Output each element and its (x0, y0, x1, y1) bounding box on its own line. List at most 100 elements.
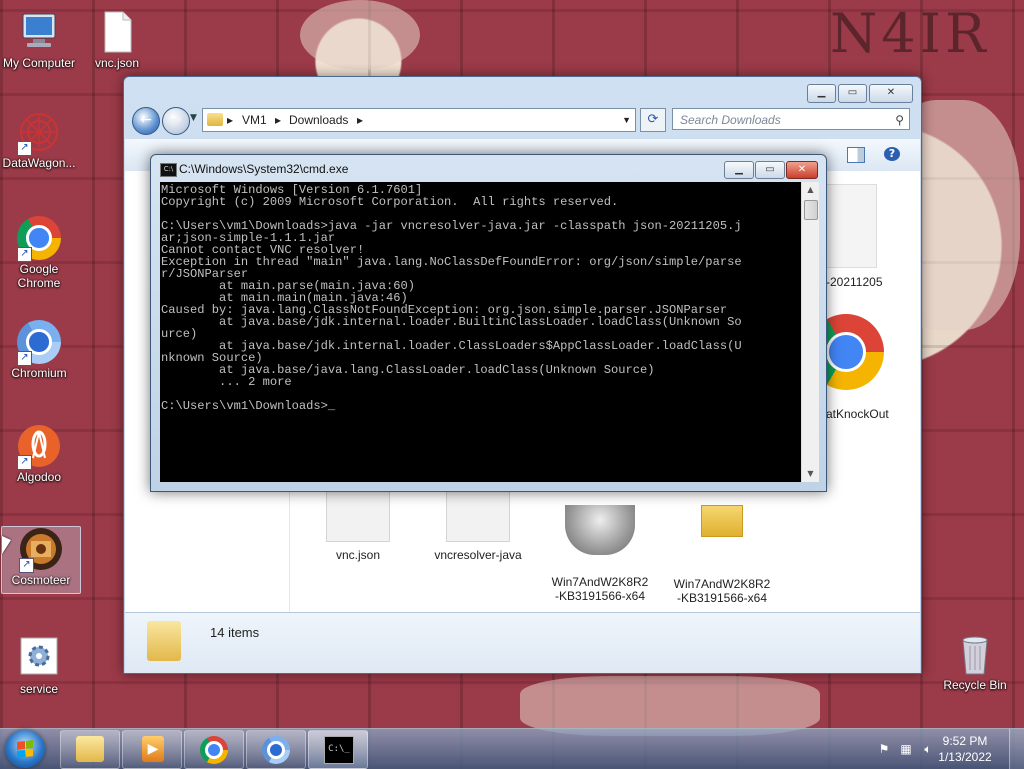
desktop-icon-cosmoteer[interactable]: ↗ Cosmoteer (1, 526, 81, 594)
console-text: Microsoft Windows [Version 6.1.7601] Cop… (161, 183, 742, 413)
breadcrumb-separator-icon: ▸ (275, 113, 282, 127)
system-tray: ⚑ ▦ 🔈︎ 9:52 PM 1/13/2022 (854, 729, 1024, 769)
desktop-icon-datawagon[interactable]: ↗ DataWagon... (0, 110, 78, 170)
file-label: Win7AndW2K8R2 -KB3191566-x64 (673, 577, 771, 605)
scroll-up-icon[interactable]: ▲ (802, 182, 819, 198)
desktop-icon-label: Algodoo (16, 470, 62, 484)
desktop-icon-label: Chromium (11, 366, 67, 380)
refresh-button[interactable]: ⟳ (640, 108, 666, 132)
desktop-icon-algodoo[interactable]: ↗ Algodoo (0, 424, 78, 484)
maximize-button[interactable]: ▭ (838, 84, 867, 103)
desktop-icon-label: Cosmoteer (11, 573, 71, 587)
wallpaper-text: N4IR (830, 2, 990, 65)
shortcut-arrow-icon: ↗ (17, 141, 32, 156)
desktop-icon-label: vnc.json (94, 56, 140, 70)
desktop-icon-google-chrome[interactable]: ↗ Google Chrome (0, 216, 78, 290)
computer-icon (17, 10, 61, 54)
spiderweb-icon: ↗ (17, 110, 61, 156)
close-button[interactable]: ✕ (869, 84, 913, 103)
address-dropdown-icon[interactable]: ▼ (622, 109, 631, 131)
console-icon: C:\ (160, 163, 177, 177)
maximize-button[interactable]: ▭ (755, 161, 785, 179)
chromium-icon: ↗ (17, 320, 61, 366)
media-player-icon: ▶ (142, 736, 164, 762)
details-pane: 14 items (125, 612, 920, 673)
file-label: vnc.json (335, 548, 381, 562)
search-placeholder: Search Downloads (680, 113, 781, 127)
scroll-down-icon[interactable]: ▼ (802, 466, 819, 482)
window-controls: ▁ ▭ ✕ (807, 84, 913, 103)
scroll-thumb[interactable] (804, 200, 818, 220)
breadcrumb-downloads[interactable]: Downloads (289, 109, 348, 131)
file-item-vncresolver-java[interactable]: vncresolver-java (423, 491, 533, 562)
desktop-icon-label: DataWagon... (2, 156, 76, 170)
file-label-shortcut[interactable]: atKnockOut (826, 407, 889, 421)
minimize-button[interactable]: ▁ (724, 161, 754, 179)
console-output[interactable]: Microsoft Windows [Version 6.1.7601] Cop… (160, 182, 801, 482)
desktop-icon-chromium[interactable]: ↗ Chromium (0, 320, 78, 380)
file-icon (326, 491, 390, 542)
taskbar-explorer[interactable] (60, 730, 120, 769)
wallpaper-shape (520, 676, 820, 736)
taskbar-cmd[interactable]: C:\_ (308, 730, 368, 769)
console-icon: C:\_ (324, 736, 354, 764)
taskbar-chromium[interactable] (246, 730, 306, 769)
file-icon (95, 10, 139, 54)
search-icon[interactable]: ⚲ (895, 109, 904, 131)
desktop-icon-my-computer[interactable]: My Computer (0, 10, 78, 70)
taskbar-media-player[interactable]: ▶ (122, 730, 182, 769)
folder-icon (207, 113, 223, 126)
preview-pane-icon[interactable] (847, 147, 865, 163)
clock-date: 1/13/2022 (938, 750, 992, 764)
close-button[interactable]: ✕ (786, 161, 818, 179)
vertical-scrollbar[interactable]: ▲ ▼ (801, 182, 819, 482)
window-controls: ▁ ▭ ✕ (724, 161, 818, 179)
clock[interactable]: 9:52 PM 1/13/2022 (930, 733, 1000, 765)
cmd-window[interactable]: C:\ C:\Windows\System32\cmd.exe ▁ ▭ ✕ Mi… (150, 154, 827, 492)
back-button[interactable]: ← (132, 107, 160, 135)
network-icon[interactable]: ▦ (898, 741, 914, 757)
desktop-icon-vnc-json[interactable]: vnc.json (78, 10, 156, 70)
taskbar-google-chrome[interactable] (184, 730, 244, 769)
address-bar[interactable]: ▸ VM1 ▸ Downloads ▸ ▼ (202, 108, 636, 132)
gear-document-icon (17, 636, 61, 680)
breadcrumb-vm1[interactable]: VM1 (242, 109, 267, 131)
shortcut-arrow-icon: ↗ (17, 351, 32, 366)
help-icon[interactable]: ? (884, 147, 900, 161)
cmd-title: C:\Windows\System32\cmd.exe (179, 162, 349, 176)
chromium-icon (262, 736, 290, 764)
search-input[interactable]: Search Downloads ⚲ (672, 108, 910, 130)
clock-time: 9:52 PM (942, 734, 988, 748)
show-desktop-button[interactable] (1009, 729, 1024, 769)
desktop-icon-label: service (19, 682, 58, 696)
algodoo-icon: ↗ (17, 424, 61, 470)
file-item-vnc-json[interactable]: vnc.json (303, 491, 413, 562)
wallpaper-shape (300, 0, 420, 70)
file-item-win7-update-folder[interactable]: Win7AndW2K8R2 -KB3191566-x64 (667, 491, 777, 619)
desktop-icon-recycle-bin[interactable]: Recycle Bin (936, 632, 1014, 692)
start-button[interactable] (5, 730, 45, 768)
chrome-icon (200, 736, 228, 764)
file-label-json[interactable]: -20211205 (826, 275, 883, 289)
shortcut-arrow-icon: ↗ (17, 455, 32, 470)
shortcut-arrow-icon: ↗ (19, 558, 34, 573)
history-dropdown-icon[interactable]: ▼ (190, 113, 197, 123)
action-center-flag-icon[interactable]: ⚑ (876, 741, 892, 757)
file-label: vncresolver-java (434, 548, 522, 562)
taskbar: ▶ C:\_ ⚑ ▦ 🔈︎ 9:52 PM 1/13/2022 (0, 728, 1024, 769)
folder-download-icon (147, 621, 181, 661)
navigation-bar: ← → ▼ ▸ VM1 ▸ Downloads ▸ ▼ ⟳ Search Dow… (132, 107, 913, 135)
minimize-button[interactable]: ▁ (807, 84, 836, 103)
installer-disc-icon (565, 505, 635, 555)
file-label: Win7AndW2K8R2 -KB3191566-x64 (551, 575, 649, 603)
file-icon (826, 184, 877, 268)
breadcrumb-separator-icon: ▸ (357, 113, 364, 127)
zip-folder-icon (701, 505, 743, 537)
file-item-win7-update[interactable]: Win7AndW2K8R2 -KB3191566-x64 (545, 491, 655, 617)
cosmoteer-icon: ↗ (19, 527, 63, 573)
forward-button[interactable]: → (162, 107, 190, 135)
desktop-icon-label: Recycle Bin (943, 678, 1007, 692)
recycle-bin-icon (953, 632, 997, 676)
file-icon (446, 491, 510, 542)
desktop-icon-service[interactable]: service (0, 636, 78, 696)
